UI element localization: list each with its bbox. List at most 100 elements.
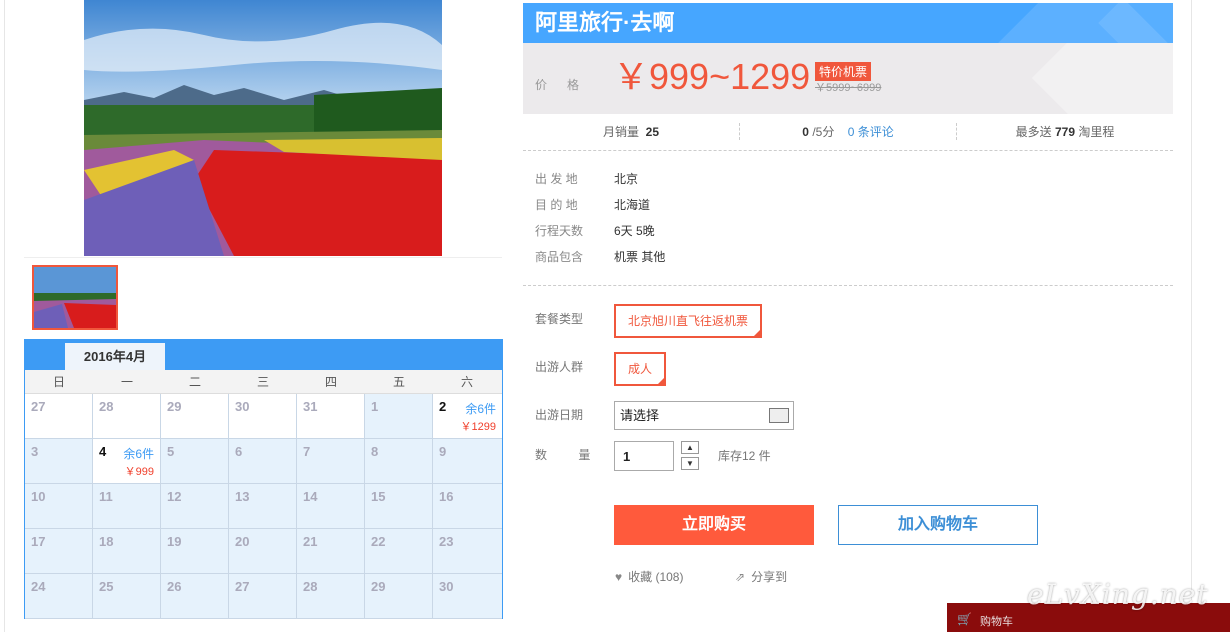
rating-value: 0 bbox=[802, 124, 809, 139]
calendar-grid: 27 28 29 30 31 1 2 余6件 ￥1299 3 4 余6件 ￥999 5 6 7 8 9 10 11 12… bbox=[25, 394, 502, 619]
calendar-day: 14 bbox=[297, 484, 365, 528]
product-stats: 月销量 25 0 /5分 0 条评论 最多送 779 淘里程 bbox=[523, 116, 1173, 146]
share-button[interactable]: ⇗ 分享到 bbox=[735, 568, 787, 585]
day-number: 22 bbox=[371, 534, 386, 549]
date-placeholder: 请选择 bbox=[620, 408, 660, 423]
weekday-header: 六 bbox=[460, 375, 473, 389]
traveler-option-label: 成人 bbox=[627, 362, 652, 376]
quantity-decrease-button[interactable]: ▼ bbox=[681, 457, 699, 470]
calendar-day: 27 bbox=[229, 574, 297, 618]
rating-stat: 0 /5分 0 条评论 bbox=[740, 122, 957, 140]
calendar-day: 30 bbox=[229, 394, 297, 438]
frame-right-border bbox=[1191, 0, 1192, 600]
quantity-label: 数 量 bbox=[535, 448, 605, 462]
day-number: 9 bbox=[439, 444, 447, 459]
day-number: 7 bbox=[303, 444, 311, 459]
reviews-link[interactable]: 0 条评论 bbox=[848, 125, 894, 139]
traveler-option[interactable]: 成人 bbox=[614, 352, 666, 386]
product-title: 阿里旅行·去啊 bbox=[535, 10, 675, 35]
day-number: 3 bbox=[31, 444, 39, 459]
calendar-week-row: 3 4 余6件 ￥999 5 6 7 8 9 bbox=[25, 439, 502, 484]
calendar-day: 3 bbox=[25, 439, 93, 483]
calendar-day: 19 bbox=[161, 529, 229, 573]
watermark: eLvXing.net bbox=[1027, 578, 1209, 611]
calendar-day: 27 bbox=[25, 394, 93, 438]
rating-suffix: /5分 bbox=[812, 124, 835, 139]
day-number: 11 bbox=[99, 489, 113, 504]
travel-date-input[interactable]: 请选择 bbox=[614, 401, 794, 430]
calendar-day: 26 bbox=[161, 574, 229, 618]
day-number: 13 bbox=[235, 489, 250, 504]
share-icon: ⇗ bbox=[735, 570, 746, 584]
price-range: ￥999~1299 bbox=[613, 56, 811, 97]
weekday-header: 三 bbox=[256, 375, 269, 389]
monthly-sales-label: 月销量 bbox=[602, 124, 639, 139]
day-number: 29 bbox=[167, 399, 182, 414]
info-value: 机票 其他 bbox=[614, 250, 666, 264]
selected-check-icon bbox=[752, 328, 762, 338]
calendar-day: 20 bbox=[229, 529, 297, 573]
calendar-week-row: 27 28 29 30 31 1 2 余6件 ￥1299 bbox=[25, 394, 502, 439]
calendar-icon[interactable] bbox=[769, 408, 789, 423]
main-product-photo bbox=[84, 0, 442, 256]
calendar-weekdays: 日一二三四五六 bbox=[25, 370, 502, 394]
divider bbox=[523, 285, 1173, 286]
day-number: 25 bbox=[99, 579, 114, 594]
day-number: 29 bbox=[371, 579, 386, 594]
divider bbox=[523, 150, 1173, 151]
weekday-header: 一 bbox=[120, 375, 133, 389]
quantity-increase-button[interactable]: ▲ bbox=[681, 441, 699, 454]
day-number: 16 bbox=[439, 489, 454, 504]
info-label: 目 的 地 bbox=[535, 198, 578, 212]
quantity-input[interactable]: 1 bbox=[614, 441, 674, 471]
day-number: 28 bbox=[303, 579, 318, 594]
day-number: 31 bbox=[303, 399, 318, 414]
day-number: 15 bbox=[371, 489, 386, 504]
day-number: 27 bbox=[31, 399, 46, 414]
photo-thumbnail[interactable] bbox=[32, 265, 118, 330]
calendar-day: 17 bbox=[25, 529, 93, 573]
favorite-button[interactable]: ♥ 收藏 (108) bbox=[615, 568, 683, 585]
price-label: 价格 bbox=[535, 78, 600, 92]
calendar-day: 25 bbox=[93, 574, 161, 618]
day-number: 30 bbox=[439, 579, 454, 594]
info-label: 出 发 地 bbox=[535, 172, 578, 186]
monthly-sales-value: 25 bbox=[645, 124, 660, 139]
calendar-month-tab[interactable]: 2016年4月 bbox=[65, 343, 165, 370]
calendar-day: 29 bbox=[365, 574, 433, 618]
price-panel: 价格 ￥999~1299 特价机票 ￥5999~6999 bbox=[523, 43, 1173, 114]
info-value: 6天 5晚 bbox=[614, 224, 655, 238]
calendar-week-row: 17 18 19 20 21 22 23 bbox=[25, 529, 502, 574]
day-price: ￥999 bbox=[124, 466, 154, 478]
day-number: 8 bbox=[371, 444, 379, 459]
calendar-day: 15 bbox=[365, 484, 433, 528]
calendar-day: 18 bbox=[93, 529, 161, 573]
selected-check-icon bbox=[656, 376, 666, 386]
calendar-day: 9 bbox=[433, 439, 502, 483]
info-label: 行程天数 bbox=[535, 224, 584, 238]
points-value: 779 bbox=[1054, 124, 1076, 139]
day-number: 18 bbox=[99, 534, 114, 549]
points-suffix: 淘里程 bbox=[1078, 124, 1115, 139]
heart-icon: ♥ bbox=[615, 570, 623, 584]
calendar-day: 16 bbox=[433, 484, 502, 528]
day-number: 23 bbox=[439, 534, 454, 549]
add-to-cart-button[interactable]: 加入购物车 bbox=[838, 505, 1038, 545]
points-prefix: 最多送 bbox=[1015, 124, 1052, 139]
day-number: 2 bbox=[439, 399, 447, 414]
calendar-day-available[interactable]: 4 余6件 ￥999 bbox=[93, 439, 161, 483]
info-duration: 行程天数 6天 5晚 bbox=[535, 222, 655, 239]
package-option-label: 北京旭川直飞往返机票 bbox=[627, 314, 748, 328]
package-label: 套餐类型 bbox=[535, 312, 584, 326]
day-number: 24 bbox=[31, 579, 46, 594]
calendar-day-available[interactable]: 2 余6件 ￥1299 bbox=[433, 394, 502, 438]
info-label: 商品包含 bbox=[535, 250, 584, 264]
calendar-day: 28 bbox=[297, 574, 365, 618]
day-number: 17 bbox=[31, 534, 46, 549]
calendar-week-row: 10 11 12 13 14 15 16 bbox=[25, 484, 502, 529]
buy-now-button[interactable]: 立即购买 bbox=[614, 505, 814, 545]
price-decoration bbox=[1031, 43, 1173, 114]
package-option[interactable]: 北京旭川直飞往返机票 bbox=[614, 304, 762, 338]
day-number: 1 bbox=[371, 399, 379, 414]
day-number: 21 bbox=[303, 534, 318, 549]
